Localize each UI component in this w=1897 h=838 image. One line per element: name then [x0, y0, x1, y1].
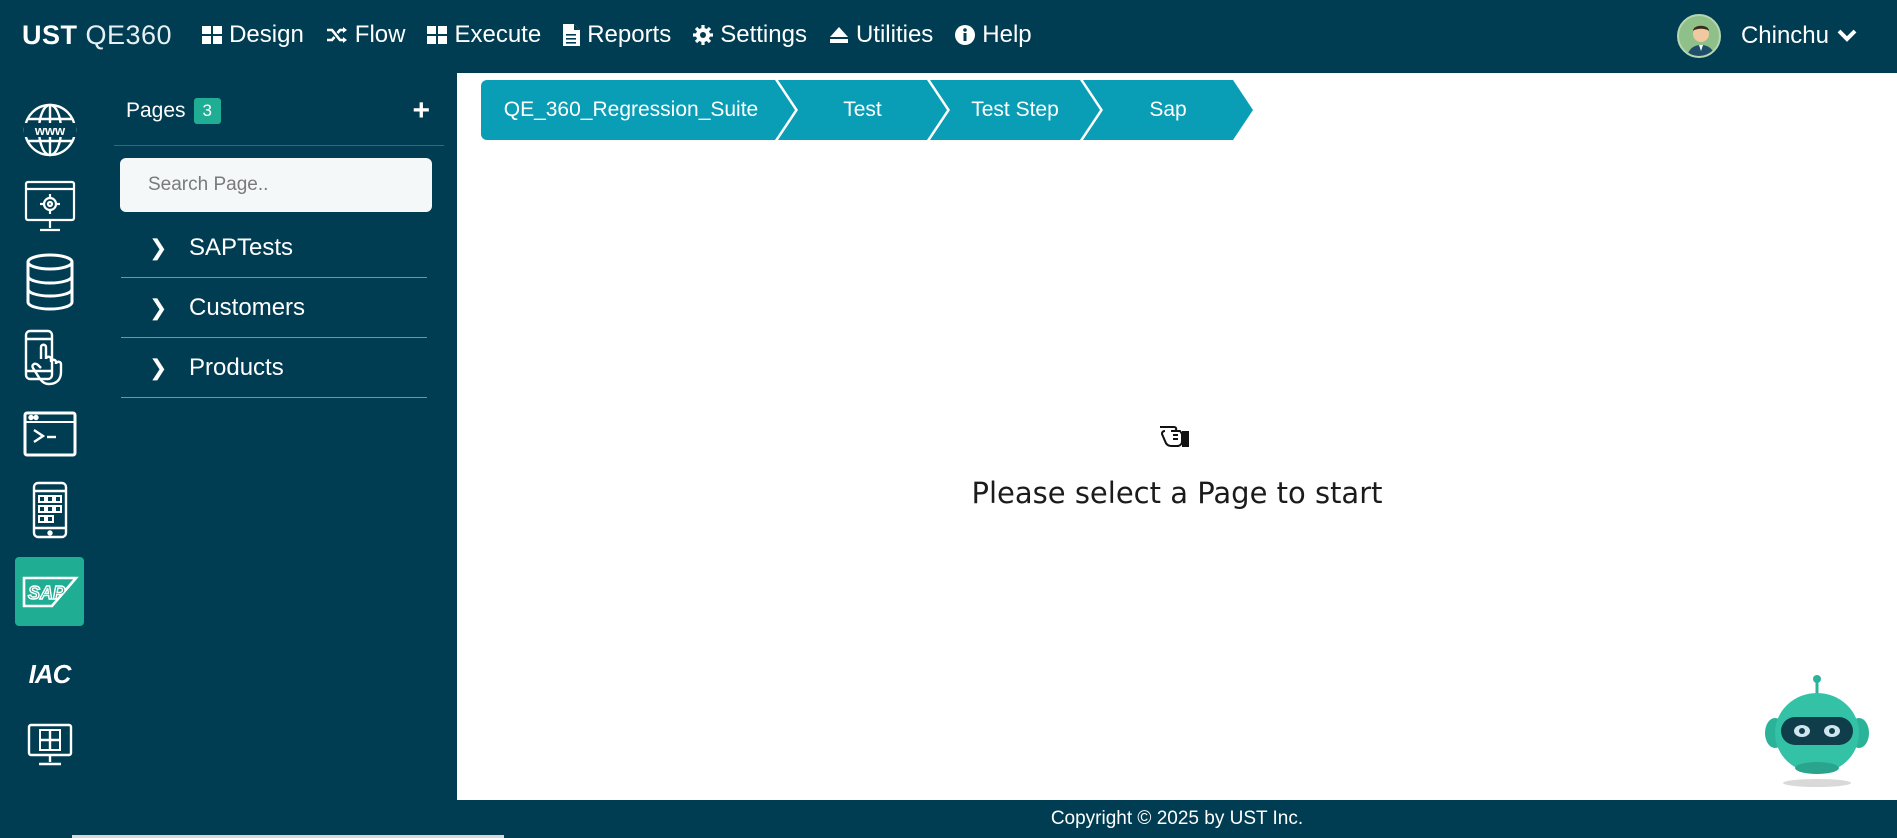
pages-title: Pages	[126, 99, 186, 122]
nav-label: Execute	[454, 21, 542, 48]
breadcrumb-sap[interactable]: Sap	[1083, 80, 1253, 140]
pages-panel: Pages 3 + ❯ SAPTests ❯ Customers ❯ Produ…	[114, 70, 444, 800]
eject-icon	[829, 27, 848, 43]
tree-item-label: SAPTests	[189, 233, 294, 261]
nav-flow[interactable]: Flow	[326, 21, 406, 49]
chevron-right-icon[interactable]: ❯	[149, 355, 179, 381]
iac-icon[interactable]: IAC	[15, 640, 84, 709]
main-content: QE_360_Regression_Suite Test Test Step S…	[457, 73, 1897, 800]
main-nav: Design Flow Execute Reports Settings Uti…	[202, 21, 1054, 49]
pages-count-badge: 3	[193, 98, 222, 124]
nav-execute[interactable]: Execute	[427, 21, 541, 49]
nav-design[interactable]: Design	[202, 21, 304, 49]
nav-label: Utilities	[855, 21, 934, 48]
breadcrumb-test[interactable]: Test	[778, 80, 947, 140]
breadcrumb-suite[interactable]: QE_360_Regression_Suite	[481, 80, 795, 140]
chevron-right-icon[interactable]: ❯	[149, 295, 179, 321]
add-page-button[interactable]: +	[412, 94, 430, 128]
empty-state-message: Please select a Page to start	[971, 476, 1383, 510]
nav-settings[interactable]: Settings	[693, 21, 807, 49]
brand-logo[interactable]: UST QE360	[22, 20, 172, 51]
mobile-apps-icon[interactable]	[15, 475, 84, 544]
tree-item-label: Customers	[189, 293, 306, 321]
tree-item-customers[interactable]: ❯ Customers	[121, 278, 427, 338]
breadcrumb-label: QE_360_Regression_Suite	[503, 98, 759, 121]
mobile-touch-icon[interactable]	[15, 323, 84, 392]
web-globe-icon[interactable]: www	[15, 95, 84, 164]
nav-label: Settings	[720, 21, 807, 48]
user-name: Chinchu	[1740, 22, 1829, 49]
search-page-input[interactable]	[120, 158, 432, 212]
info-icon	[955, 25, 976, 45]
desktop-settings-icon[interactable]	[15, 171, 84, 240]
pointing-hand-icon	[1157, 418, 1191, 453]
page-tree: ❯ SAPTests ❯ Customers ❯ Products	[121, 218, 427, 398]
gear-icon	[693, 25, 714, 45]
shuffle-icon	[326, 27, 347, 43]
breadcrumb-label: Sap	[1149, 98, 1187, 121]
svg-text:www: www	[33, 123, 65, 138]
footer: Copyright © 2025 by UST Inc.	[0, 800, 1897, 838]
windows-monitor-icon[interactable]	[15, 710, 84, 779]
tree-item-saptests[interactable]: ❯ SAPTests	[121, 218, 427, 278]
avatar	[1676, 14, 1721, 58]
iac-label: IAC	[28, 659, 72, 689]
top-navbar: UST QE360 Design Flow Execute Reports Se…	[0, 0, 1897, 70]
nav-utilities[interactable]: Utilities	[829, 21, 933, 49]
nav-label: Flow	[354, 21, 406, 48]
breadcrumb-label: Test	[843, 98, 882, 121]
terminal-icon[interactable]	[15, 399, 84, 468]
chatbot-icon[interactable]	[1757, 673, 1877, 793]
database-icon[interactable]	[15, 247, 84, 316]
svg-text:SAP: SAP	[28, 583, 66, 603]
brand-strong: UST	[22, 19, 78, 50]
breadcrumb-label: Test Step	[971, 98, 1059, 121]
user-menu[interactable]: Chinchu	[1676, 14, 1857, 58]
breadcrumb: QE_360_Regression_Suite Test Test Step S…	[481, 80, 1236, 140]
chevron-right-icon[interactable]: ❯	[149, 235, 179, 261]
document-icon	[563, 24, 581, 46]
nav-label: Reports	[587, 21, 672, 48]
brand-light: QE360	[85, 19, 173, 50]
breadcrumb-test-step[interactable]: Test Step	[930, 80, 1100, 140]
sap-icon[interactable]: SAP	[15, 557, 84, 626]
grid-icon	[427, 26, 448, 44]
divider	[114, 145, 444, 146]
tool-rail: www SAP IAC	[0, 70, 100, 800]
nav-reports[interactable]: Reports	[563, 21, 671, 49]
copyright-text: Copyright © 2025 by UST Inc.	[1050, 808, 1304, 829]
nav-label: Help	[982, 21, 1032, 48]
chevron-down-icon	[1837, 29, 1857, 42]
pages-header: Pages 3	[126, 98, 222, 124]
nav-label: Design	[229, 21, 304, 48]
nav-help[interactable]: Help	[955, 21, 1032, 49]
grid-icon	[202, 26, 223, 44]
tree-item-label: Products	[189, 353, 284, 381]
tree-item-products[interactable]: ❯ Products	[121, 338, 427, 398]
